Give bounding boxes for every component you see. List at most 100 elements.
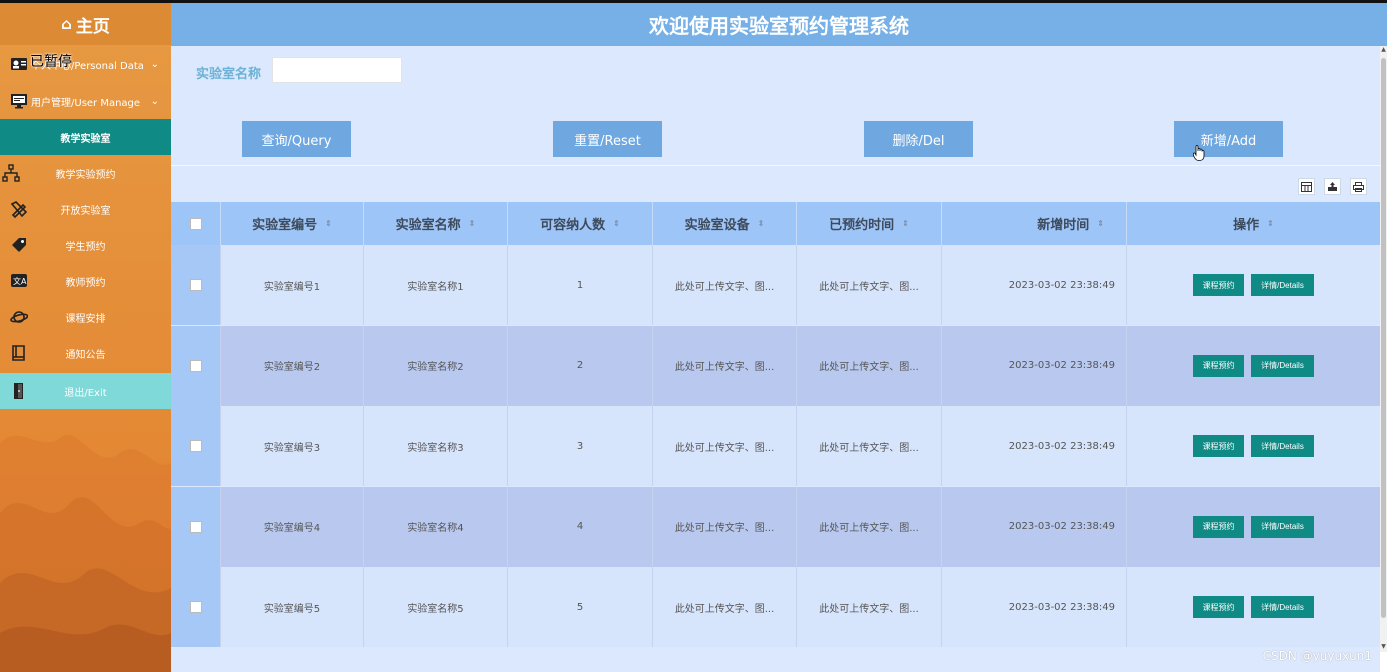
booked-time-cell: 此处可上传文字、图... <box>797 406 942 486</box>
home-label: 主页 <box>75 16 110 37</box>
equipment-cell: 此处可上传文字、图... <box>653 325 797 406</box>
capacity-cell: 4 <box>508 486 653 567</box>
lab-name-search-input[interactable] <box>272 57 402 83</box>
table-row: 实验室编号3 实验室名称3 3 此处可上传文字、图... 此处可上传文字、图... 202… <box>171 406 1380 486</box>
sort-icon: ⇕ <box>1097 219 1104 228</box>
section-divider <box>171 165 1380 166</box>
table-header: 实验室编号 ⇕ 实验室名称 ⇕ 可容纳人数 ⇕ 实验室设备 ⇕ 已预约时间 ⇕ 新增时间 ⇕… <box>171 202 1380 245</box>
row-checkbox[interactable] <box>189 359 202 372</box>
sidebar-item-label: 教师预约 <box>65 277 106 289</box>
sidebar-item-teaching-booking[interactable]: 教学实验预约 <box>0 155 171 191</box>
sidebar-item-teacher-booking[interactable]: 文A 教师预约 <box>0 263 171 299</box>
sidebar-item-label: 学生预约 <box>65 241 106 253</box>
row-checkbox[interactable] <box>189 520 202 533</box>
sidebar-item-label: 课程安排 <box>65 313 106 325</box>
capacity-cell: 5 <box>508 567 653 647</box>
row-select-cell <box>171 567 221 647</box>
watermark: CSDN @yuyuxun1 <box>1262 649 1372 663</box>
sidebar-item-notices[interactable]: 通知公告 <box>0 335 171 371</box>
sidebar-item-exit[interactable]: 退出/Exit <box>0 373 171 409</box>
sidebar-item-label: 退出/Exit <box>64 387 107 399</box>
sidebar-item-course-schedule[interactable]: 课程安排 <box>0 299 171 335</box>
mountain-background <box>0 435 171 672</box>
table-row: 实验室编号2 实验室名称2 2 此处可上传文字、图... 此处可上传文字、图... 202… <box>171 325 1380 406</box>
details-button[interactable]: 详情/Details <box>1251 274 1314 296</box>
column-header-equipment[interactable]: 实验室设备 ⇕ <box>653 202 797 245</box>
column-header-actions[interactable]: 操作 ⇕ <box>1127 202 1380 245</box>
equipment-cell: 此处可上传文字、图... <box>653 486 797 567</box>
added-time-cell: 2023-03-02 23:38:49 <box>942 245 1127 325</box>
course-booking-button[interactable]: 课程预约 <box>1193 354 1244 377</box>
sidebar-item-label: 开放实验室 <box>60 205 111 217</box>
capacity-cell: 2 <box>508 325 653 406</box>
sidebar-item-user-manage[interactable]: 用户管理/User Manage ⌄ <box>0 83 171 119</box>
hand-cursor-icon <box>1193 145 1205 161</box>
delete-button[interactable]: 删除/Del <box>864 121 973 157</box>
table-row: 实验室编号1 实验室名称1 1 此处可上传文字、图... 此处可上传文字、图... 202… <box>171 245 1380 325</box>
table-row: 实验室编号5 实验室名称5 5 此处可上传文字、图... 此处可上传文字、图... 202… <box>171 567 1380 647</box>
row-checkbox[interactable] <box>189 601 202 613</box>
monitor-icon <box>10 92 28 110</box>
scroll-up-icon[interactable]: ▲ <box>1380 46 1387 53</box>
chevron-down-icon: ⌄ <box>150 58 159 70</box>
lab-name-cell: 实验室名称4 <box>364 486 508 567</box>
table-row: 实验室编号4 实验室名称4 4 此处可上传文字、图... 此处可上传文字、图... 202… <box>171 486 1380 567</box>
home-icon: ⌂ <box>61 15 72 33</box>
lab-code-cell: 实验室编号1 <box>221 245 364 325</box>
sidebar-item-open-lab[interactable]: 开放实验室 <box>0 191 171 227</box>
details-button[interactable]: 详情/Details <box>1251 354 1314 377</box>
search-label: 实验室名称 <box>196 67 262 82</box>
page-title: 欢迎使用实验室预约管理系统 <box>171 3 1387 46</box>
column-header-booked-time[interactable]: 已预约时间 ⇕ <box>797 202 942 245</box>
lab-code-cell: 实验室编号4 <box>221 486 364 567</box>
row-select-cell <box>171 325 221 406</box>
print-icon[interactable] <box>1350 178 1367 195</box>
equipment-cell: 此处可上传文字、图... <box>653 567 797 647</box>
add-button[interactable]: 新增/Add <box>1174 121 1283 157</box>
row-select-cell <box>171 486 221 567</box>
details-button[interactable]: 详情/Details <box>1251 435 1314 457</box>
added-time-cell: 2023-03-02 23:38:49 <box>942 325 1127 406</box>
lab-code-cell: 实验室编号3 <box>221 406 364 486</box>
sidebar-item-student-booking[interactable]: 学生预约 <box>0 227 171 263</box>
sort-icon: ⇕ <box>757 219 765 228</box>
course-booking-button[interactable]: 课程预约 <box>1193 274 1244 296</box>
course-booking-button[interactable]: 课程预约 <box>1193 515 1244 538</box>
row-actions-cell: 课程预约 详情/Details <box>1127 325 1380 406</box>
row-checkbox[interactable] <box>189 279 202 291</box>
select-all-cell <box>171 202 221 245</box>
export-icon[interactable] <box>1324 178 1341 195</box>
column-header-added-time[interactable]: 新增时间 ⇕ <box>942 202 1127 245</box>
capacity-cell: 1 <box>508 245 653 325</box>
booked-time-cell: 此处可上传文字、图... <box>797 245 942 325</box>
lab-code-cell: 实验室编号2 <box>221 325 364 406</box>
added-time-cell: 2023-03-02 23:38:49 <box>942 406 1127 486</box>
lab-name-cell: 实验室名称2 <box>364 325 508 406</box>
course-booking-button[interactable]: 课程预约 <box>1193 596 1244 618</box>
sidebar-item-personal-data[interactable]: 个人中心/Personal Data ⌄ <box>0 46 171 82</box>
select-all-checkbox[interactable] <box>189 217 202 230</box>
sidebar-item-teaching-lab[interactable]: 教学实验室 <box>0 119 171 155</box>
reset-button[interactable]: 重置/Reset <box>553 121 662 157</box>
sidebar-item-label: 通知公告 <box>65 349 106 361</box>
columns-toggle-icon[interactable] <box>1298 178 1315 195</box>
details-button[interactable]: 详情/Details <box>1251 515 1314 538</box>
column-header-capacity[interactable]: 可容纳人数 ⇕ <box>508 202 653 245</box>
course-booking-button[interactable]: 课程预约 <box>1193 435 1244 457</box>
booked-time-cell: 此处可上传文字、图... <box>797 325 942 406</box>
capacity-cell: 3 <box>508 406 653 486</box>
column-header-lab-code[interactable]: 实验室编号 ⇕ <box>221 202 364 245</box>
scroll-down-icon[interactable]: ▼ <box>1380 643 1387 650</box>
lab-code-cell: 实验室编号5 <box>221 567 364 647</box>
details-button[interactable]: 详情/Details <box>1251 596 1314 618</box>
row-checkbox[interactable] <box>189 440 202 452</box>
row-actions-cell: 课程预约 详情/Details <box>1127 245 1380 325</box>
sort-icon: ⇕ <box>902 219 909 228</box>
column-header-lab-name[interactable]: 实验室名称 ⇕ <box>364 202 508 245</box>
query-button[interactable]: 查询/Query <box>242 121 351 157</box>
main-content: 实验室名称 查询/Query 重置/Reset 删除/Del 新增/Add 实验… <box>171 46 1380 672</box>
added-time-cell: 2023-03-02 23:38:49 <box>942 486 1127 567</box>
home-link[interactable]: ⌂ 主页 <box>0 3 171 45</box>
vertical-scrollbar[interactable]: ▲ ▼ <box>1380 46 1387 652</box>
scrollbar-thumb[interactable] <box>1381 58 1386 618</box>
